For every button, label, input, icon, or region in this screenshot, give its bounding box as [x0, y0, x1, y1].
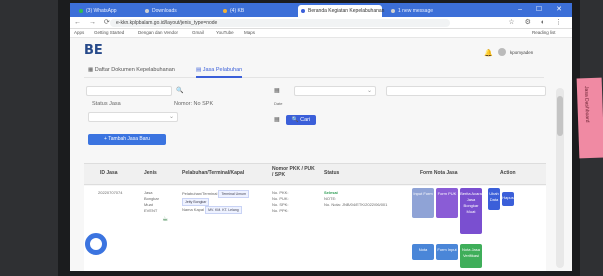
- search-button[interactable]: 🔍 Cari: [286, 115, 316, 125]
- col-nomor[interactable]: Nomor PKK / PUK / SPK: [272, 166, 316, 178]
- site-icon: [301, 9, 305, 13]
- browser-tab-active[interactable]: Beranda Kegiatan Kepelabuhanan: [298, 5, 384, 17]
- cell-pelabuhan: Pelabuhan/Terminal Terminal Umum Jetty Bo…: [182, 190, 249, 214]
- reading-list[interactable]: Reading list: [532, 30, 556, 35]
- app-content: BE 🔔 kpomyaden ▦ Daftar Dokumen Kepelabu…: [70, 38, 572, 271]
- nota-verifikasi-button[interactable]: Nota Jasa Verifikasi: [460, 244, 482, 268]
- bookmark-item[interactable]: YouTube: [216, 30, 234, 35]
- edit-button[interactable]: Ubah Data: [488, 188, 500, 210]
- browser-tab-bar: (3) WhatsApp Downloads (4) KB Beranda Ke…: [70, 3, 572, 17]
- scrollbar-thumb[interactable]: [557, 96, 563, 136]
- download-icon: [145, 9, 149, 13]
- avatar[interactable]: [498, 48, 506, 56]
- app-launcher-icon[interactable]: [85, 233, 107, 255]
- add-jasa-button[interactable]: + Tambah Jasa Baru: [88, 134, 166, 145]
- col-status[interactable]: Status: [324, 170, 339, 176]
- filter-input[interactable]: [86, 86, 172, 96]
- nota-button[interactable]: Nota: [412, 244, 434, 260]
- filter-input[interactable]: [386, 86, 546, 96]
- status-jasa-label: Status Jasa: [92, 101, 121, 107]
- col-pelabuhan[interactable]: Pelabuhan/Terminal/Kapal: [182, 170, 244, 176]
- window-controls[interactable]: – ☐ ✕: [518, 5, 568, 13]
- tab-jasa-pelabuhan[interactable]: ▤ Jasa Pelabuhan: [196, 67, 243, 78]
- extensions-icon[interactable]: ☆ ⚙ ◐ ⋮: [508, 18, 566, 26]
- bookmark-item[interactable]: Dengan dan Vendor: [138, 30, 178, 35]
- col-action[interactable]: Action: [500, 170, 516, 176]
- search-icon: 🔍: [291, 117, 299, 123]
- form-input-button[interactable]: Input Form: [412, 188, 434, 218]
- username[interactable]: kpomyaden: [510, 50, 533, 55]
- spk-label: Nomor: No SPK: [174, 101, 214, 107]
- delete-button[interactable]: Hapus: [502, 192, 514, 206]
- page-tabs: ▦ Daftar Dokumen Kepelabuhanan ▤ Jasa Pe…: [84, 66, 544, 78]
- list-icon: ▦: [88, 67, 94, 73]
- browser-tab[interactable]: (4) KB: [220, 5, 244, 17]
- cell-status: Selesai NOTE: No. Nota: JNB/04/ETK/2022/06…: [324, 190, 388, 207]
- scrollbar[interactable]: [556, 88, 564, 268]
- col-jenis[interactable]: Jenis: [144, 170, 157, 176]
- cell-nomor: No. PKK: No. PUK: No. SPK: No. PPK:: [272, 190, 289, 213]
- cell-jenis: Jasa Bongkar Muat EVENT: [144, 190, 159, 213]
- status-badge: Selesai: [324, 190, 338, 195]
- browser-tab[interactable]: 1 new message: [388, 5, 433, 17]
- chat-widget-icon[interactable]: ☕: [162, 215, 168, 223]
- sticky-note: Jasa Dashboard: [576, 77, 603, 159]
- bookmarks-bar: Apps Getting Started Dengan dan Vendor G…: [70, 29, 572, 38]
- bookmark-item[interactable]: Getting Started: [94, 30, 124, 35]
- berita-acara-button[interactable]: Berita Acara Jasa Bongkar Muat: [460, 188, 482, 234]
- table-header: ID Jasa Jenis Pelabuhan/Terminal/Kapal N…: [84, 163, 546, 185]
- kb-icon: [223, 9, 227, 13]
- bell-icon[interactable]: 🔔: [484, 49, 493, 57]
- address-bar: ← → ⟳ e-kkn.kplpbalam.go.id/layout/jenis…: [70, 17, 572, 29]
- status-jasa-select[interactable]: ⌄: [88, 112, 178, 122]
- col-form-nota[interactable]: Form Nota Jasa: [420, 170, 458, 176]
- form-puk-button[interactable]: Form PUK: [436, 188, 458, 218]
- whatsapp-icon: [79, 9, 83, 13]
- chevron-down-icon: ⌄: [168, 114, 174, 120]
- bookmark-item[interactable]: Maps: [244, 30, 255, 35]
- calendar-icon[interactable]: ▦: [274, 87, 280, 94]
- tab-daftar-dokumen[interactable]: ▦ Daftar Dokumen Kepelabuhanan: [88, 67, 175, 73]
- url-field[interactable]: e-kkn.kplpbalam.go.id/layout/jenis_type=…: [110, 19, 450, 27]
- cell-id: 20220707074: [98, 190, 123, 195]
- browser-tab[interactable]: (3) WhatsApp: [76, 5, 117, 17]
- doc-icon: ▤: [196, 67, 202, 73]
- bookmark-item[interactable]: Gmail: [192, 30, 204, 35]
- search-icon[interactable]: 🔍: [176, 87, 183, 94]
- date-label: Date: [274, 101, 283, 106]
- app-logo[interactable]: BE: [84, 43, 103, 58]
- form-input-2-button[interactable]: Form Input: [436, 244, 458, 260]
- bookmark-item[interactable]: Apps: [74, 30, 84, 35]
- filter-select[interactable]: ⌄: [294, 86, 376, 96]
- calendar-icon[interactable]: ▦: [274, 116, 280, 123]
- mail-icon: [391, 9, 395, 13]
- chevron-down-icon: ⌄: [366, 88, 372, 94]
- browser-tab[interactable]: Downloads: [142, 5, 177, 17]
- nav-arrows-icon[interactable]: ← → ⟳: [74, 18, 113, 26]
- col-id-jasa[interactable]: ID Jasa: [100, 170, 118, 176]
- table-row: 20220707074 Jasa Bongkar Muat EVENT Pelabuh…: [84, 186, 546, 271]
- screen: (3) WhatsApp Downloads (4) KB Beranda Ke…: [70, 3, 572, 271]
